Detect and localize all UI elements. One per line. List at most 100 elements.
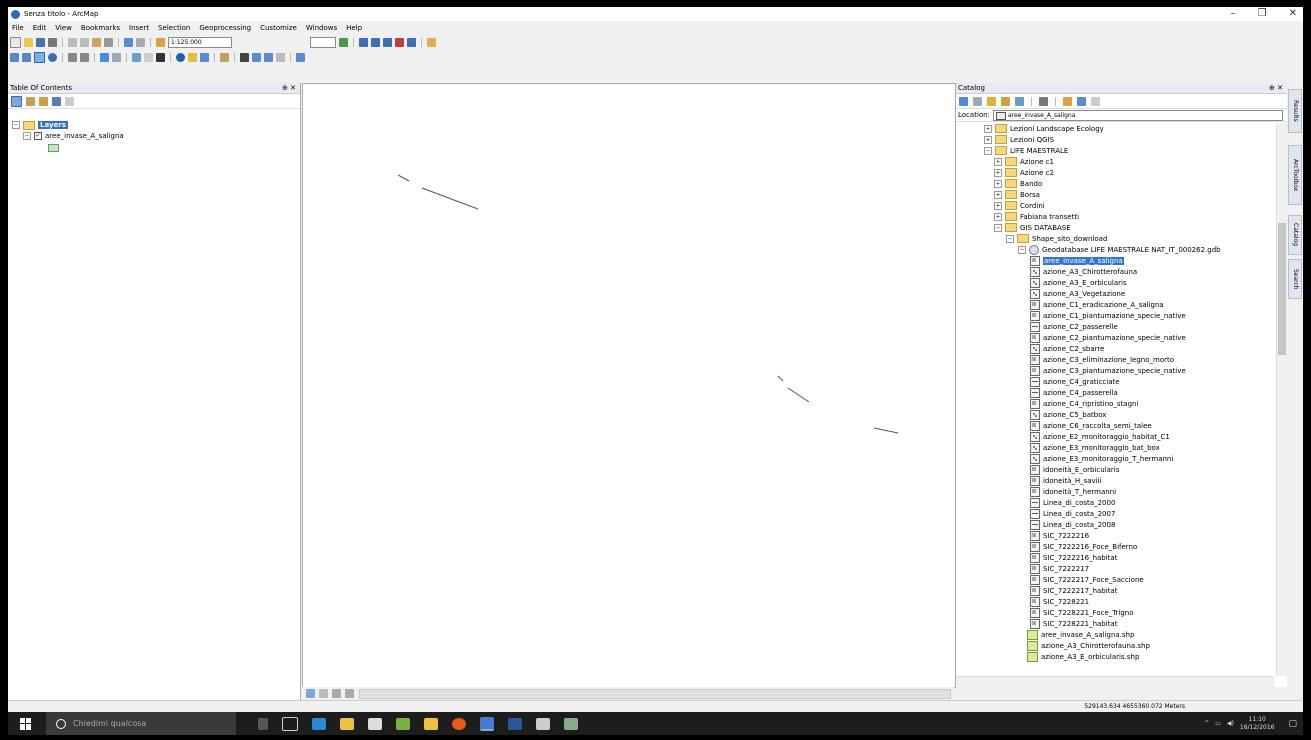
catalog-tree-item[interactable]: azione_A3_E_orbicularis.shp [1018,651,1139,662]
print-icon[interactable] [48,37,57,47]
zoom-out-icon[interactable] [22,52,31,62]
go-to-xy-icon[interactable] [264,52,273,62]
catalog-tree-item[interactable]: azione_C2_piantumazione_specie_native [1030,332,1186,343]
map-view[interactable] [302,83,956,688]
catalog-tree-item[interactable]: SIC_7222216_Foce_Biferno [1030,541,1137,552]
catalog-tree-item[interactable]: azione_A3_E_orbicularis [1030,277,1127,288]
catalog-tree-item[interactable]: azione_C3_piantumazione_specie_native [1030,365,1186,376]
catalog-tree-item[interactable]: − GIS DATABASE [994,222,1071,233]
catalog-tree-item[interactable]: Linea_di_costa_2008 [1030,519,1115,530]
undo-icon[interactable] [124,37,133,47]
location-field[interactable]: aree_invase_A_saligna [992,109,1283,121]
expand-icon[interactable]: + [994,179,1002,188]
measure-icon[interactable] [220,52,229,62]
add-data-icon[interactable] [156,37,165,47]
layers-group[interactable]: − Layers [12,120,68,130]
catalog-tree-item[interactable]: azione_E2_monitoraggio_habitat_C1 [1030,431,1170,442]
options-icon[interactable] [65,96,74,106]
close-button[interactable]: ✕ [1289,7,1297,21]
catalog-tree-item[interactable]: azione_C3_eliminazione_legno_morto [1030,354,1174,365]
python-window-icon[interactable] [407,37,416,47]
catalog-tree-item[interactable]: − LIFE MAESTRALE [984,145,1068,156]
layer-visibility-checkbox[interactable]: ✓ [34,132,42,140]
search-window-icon[interactable] [383,37,392,47]
catalog-tree-item[interactable]: idoneità_T_hermanni [1030,486,1116,497]
catalog-tree-item[interactable]: azione_A3_Chirotterofauna [1030,266,1137,277]
minimize-button[interactable]: – [1231,7,1236,21]
connect-folder-icon[interactable] [1015,96,1024,106]
catalog-tree-item[interactable]: SIC_7222216 [1030,530,1089,541]
tab-search[interactable]: Search [1288,259,1302,299]
back-icon[interactable] [959,96,968,106]
catalog-tree-item[interactable]: azione_E3_monitoraggio_T_hermanni [1030,453,1173,464]
catalog-vertical-scrollbar[interactable] [1276,123,1287,676]
scroll-thumb[interactable] [1278,223,1286,355]
qgis-icon[interactable] [396,717,410,730]
toc-pin-close[interactable]: ⊕ ✕ [282,83,296,93]
catalog-tree-item[interactable]: + Lezioni QGIS [984,134,1054,145]
catalog-tree-item[interactable]: SIC_7228221_habitat [1030,618,1117,629]
collapse-icon[interactable]: − [12,121,20,129]
catalog-tree-item[interactable]: − Shape_sito_download [1006,233,1107,244]
expand-icon[interactable]: + [984,135,992,144]
toggle-contents-icon[interactable] [1077,96,1086,106]
catalog-tree-item[interactable]: azione_C4_ripristino_stagni [1030,398,1138,409]
edge-icon[interactable] [312,717,326,730]
paste-icon[interactable] [92,37,101,47]
expand-icon[interactable]: + [994,201,1002,210]
redo-icon[interactable] [136,37,145,47]
map-horizontal-scrollbar[interactable] [359,689,951,699]
tab-catalog[interactable]: Catalog [1288,215,1302,255]
forward-icon[interactable] [973,96,982,106]
expand-icon[interactable]: + [994,168,1002,177]
create-viewer-icon[interactable] [296,52,305,62]
catalog-tree-item[interactable]: Linea_di_costa_2007 [1030,508,1115,519]
windows-start-icon[interactable] [20,717,32,730]
hyperlink-icon[interactable] [188,52,197,62]
arctoolbox-icon[interactable] [395,37,404,47]
time-slider-icon[interactable] [276,52,285,62]
word-icon[interactable] [508,717,522,730]
catalog-tree-item[interactable]: + Azione c2 [994,167,1054,178]
tab-results[interactable]: Results [1288,89,1302,133]
catalog-tree-item[interactable]: + Bando [994,178,1042,189]
menu-customize[interactable]: Customize [260,24,297,32]
select-elements-icon[interactable] [156,52,165,62]
file-explorer-icon[interactable] [340,717,354,730]
catalog-tree-item[interactable]: + Borsa [994,189,1040,200]
find-route-icon[interactable] [252,52,261,62]
catalog-tree-item[interactable]: idoneità_E_orbicularis [1030,464,1119,475]
expand-icon[interactable]: + [994,212,1002,221]
catalog-tree-item[interactable]: azione_C2_sbarre [1030,343,1104,354]
refresh-icon[interactable] [332,688,341,698]
catalog-tree-item[interactable]: aree_invase_A_saligna.shp [1018,629,1134,640]
menu-edit[interactable]: Edit [33,24,47,32]
menu-file[interactable]: File [12,24,24,32]
expand-icon[interactable]: + [994,190,1002,199]
catalog-tree-item[interactable]: + Lezioni Landscape Ecology [984,123,1104,134]
expand-icon[interactable]: + [984,124,992,133]
menu-windows[interactable]: Windows [306,24,337,32]
catalog-horizontal-scrollbar[interactable] [956,676,1274,687]
show-hidden-icons-icon[interactable]: ^ [1204,720,1209,727]
full-extent-icon[interactable] [48,52,57,62]
list-by-drawing-order-icon[interactable] [11,95,22,107]
photos-icon[interactable] [536,717,550,730]
arcmap-taskbar-icon[interactable] [480,716,494,731]
task-view-icon[interactable] [282,716,298,731]
list-by-source-icon[interactable] [26,96,35,106]
catalog-tree-item[interactable]: azione_C4_passerella [1030,387,1118,398]
microphone-icon[interactable] [258,717,268,730]
select-features-icon[interactable] [132,52,141,62]
sticky-notes-icon[interactable] [424,717,438,730]
layer-symbol-swatch[interactable] [48,144,59,152]
toc-layer-row[interactable]: − ✓ aree_invase_A_saligna [23,131,124,141]
layout-view-icon[interactable] [319,688,328,698]
catalog-tree-item[interactable]: azione_C2_passerelle [1030,321,1118,332]
network-icon[interactable]: ▭ [1215,720,1221,727]
paint-icon[interactable] [564,717,578,730]
identify-icon[interactable] [176,52,185,62]
catalog-tree-item[interactable]: azione_C1_eradicazione_A_saligna [1030,299,1164,310]
back-icon[interactable] [100,52,109,62]
maximize-button[interactable]: ❐ [1258,7,1267,21]
